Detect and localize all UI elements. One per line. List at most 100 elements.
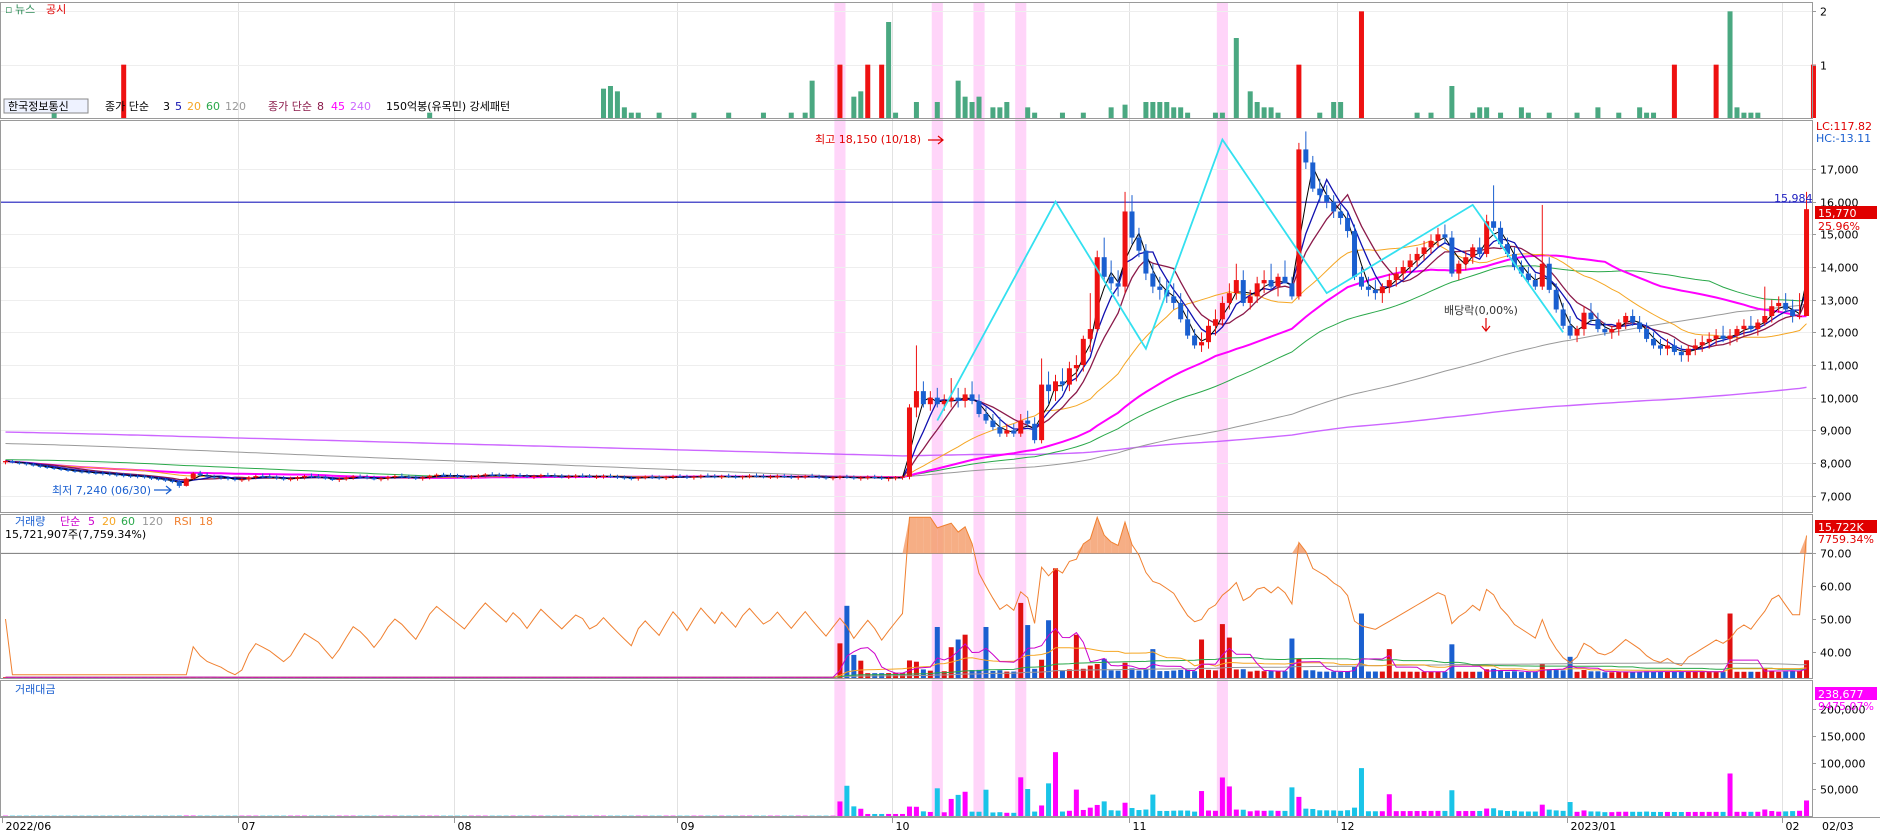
candle-down (1108, 276, 1114, 284)
candle-down (176, 481, 182, 486)
volume-bar (1442, 671, 1448, 678)
news-bar (656, 112, 662, 118)
trading-value-bar (858, 808, 864, 816)
volume-bar (1678, 671, 1684, 678)
volume-bar (837, 643, 843, 678)
news-bar (1171, 107, 1177, 118)
trading-value-bar (1066, 810, 1072, 816)
legend-volume-ma[interactable]: 단순 (60, 515, 80, 528)
trading-value-bar (1073, 789, 1079, 816)
volume-bar (844, 605, 850, 678)
volume-bar (1685, 671, 1691, 678)
trading-value-bar (1699, 811, 1705, 816)
trading-value-bar (1136, 810, 1142, 816)
candle-down (86, 472, 92, 474)
legend-ma45[interactable]: 45 (331, 100, 345, 113)
volume-bar (1205, 669, 1211, 678)
news-bar (1477, 107, 1483, 118)
legend-trading-value[interactable]: 거래대금 (15, 683, 55, 696)
legend-volume-ma5[interactable]: 5 (88, 515, 95, 528)
legend-ma20[interactable]: 20 (187, 100, 201, 113)
candle-down (545, 475, 551, 477)
candle-up (1379, 286, 1385, 294)
legend-ma5[interactable]: 5 (175, 100, 182, 113)
candle-up (1574, 329, 1580, 336)
legend-pattern[interactable]: 150억봉(유목민) 강세패턴 (386, 100, 510, 113)
news-bar (1108, 107, 1114, 118)
candle-up (830, 477, 836, 479)
candle-down (65, 469, 71, 471)
trading-value-bar (1727, 773, 1733, 816)
candle-up (1470, 247, 1476, 258)
stock-name[interactable]: 한국정보통신 (8, 100, 69, 113)
candle-up (1004, 430, 1010, 434)
candle-down (267, 476, 273, 478)
legend-volume-ma20[interactable]: 20 (102, 515, 116, 528)
legend-volume-ma120[interactable]: 120 (142, 515, 163, 528)
candle-down (1046, 384, 1052, 392)
volume-bar (1379, 671, 1385, 678)
legend-ma120[interactable]: 120 (225, 100, 246, 113)
trading-value-bar (1080, 809, 1086, 816)
rsi-overbought-fill (909, 517, 917, 554)
candle-down (1630, 316, 1636, 323)
candle-down (1331, 201, 1337, 212)
news-legend-news[interactable]: 뉴스 (15, 3, 35, 16)
candle-up (434, 474, 440, 476)
disclosure-bar (1358, 11, 1364, 118)
volume-bar (1630, 671, 1636, 678)
legend-ma8[interactable]: 8 (317, 100, 324, 113)
candle-down (983, 414, 989, 421)
candle-down (1442, 234, 1448, 238)
legend-volume-ma60[interactable]: 60 (121, 515, 135, 528)
candle-down (1595, 319, 1601, 330)
trading-value-bar (1345, 810, 1351, 816)
candle-up (566, 476, 572, 478)
legend-rsi-period[interactable]: 18 (199, 515, 213, 528)
news-bar (621, 107, 627, 118)
candle-up (1199, 342, 1205, 346)
trading-value-bar (1268, 810, 1274, 816)
legend-ma240[interactable]: 240 (350, 100, 371, 113)
news-bar (851, 96, 857, 118)
news-legend-disclosure[interactable]: 공시 (46, 3, 66, 16)
candle-down (1150, 273, 1156, 287)
candle-down (100, 473, 106, 475)
volume-bar (1101, 658, 1107, 678)
candle-down (677, 476, 683, 478)
candle-down (656, 477, 662, 479)
candle-up (1428, 240, 1434, 248)
candle-up (531, 476, 537, 478)
trading-value-bar (1129, 808, 1135, 816)
news-bar (1122, 104, 1128, 118)
candle-down (107, 473, 113, 475)
candle-down (211, 476, 217, 478)
news-bar (1059, 112, 1065, 118)
legend-ma-close[interactable]: 종가 단순 (105, 100, 149, 113)
candle-down (308, 476, 314, 478)
candle-up (301, 476, 307, 478)
legend-ma-close-2[interactable]: 종가 단순 (268, 100, 312, 113)
last-value-pct: 9475.07% (1818, 700, 1874, 713)
candle-up (1039, 384, 1045, 441)
candle-down (162, 479, 168, 481)
volume-bar (1498, 671, 1504, 678)
candle-up (1066, 368, 1072, 385)
candle-down (1025, 420, 1031, 424)
candle-down (934, 397, 940, 405)
candle-up (1776, 302, 1782, 307)
legend-volume[interactable]: 거래량 (15, 515, 45, 528)
legend-ma60[interactable]: 60 (206, 100, 220, 113)
candle-down (733, 476, 739, 478)
legend-ma3[interactable]: 3 (163, 100, 170, 113)
volume-bar (1150, 649, 1156, 678)
legend-rsi[interactable]: RSI (174, 515, 192, 528)
candle-down (1491, 221, 1497, 228)
news-bar (1212, 112, 1218, 118)
trading-value-bar (1762, 809, 1768, 816)
candle-up (1463, 257, 1469, 264)
trading-value-bar (1233, 809, 1239, 816)
candle-down (552, 475, 558, 477)
trading-value-bar (1685, 811, 1691, 816)
trading-value-bar (1059, 811, 1065, 816)
